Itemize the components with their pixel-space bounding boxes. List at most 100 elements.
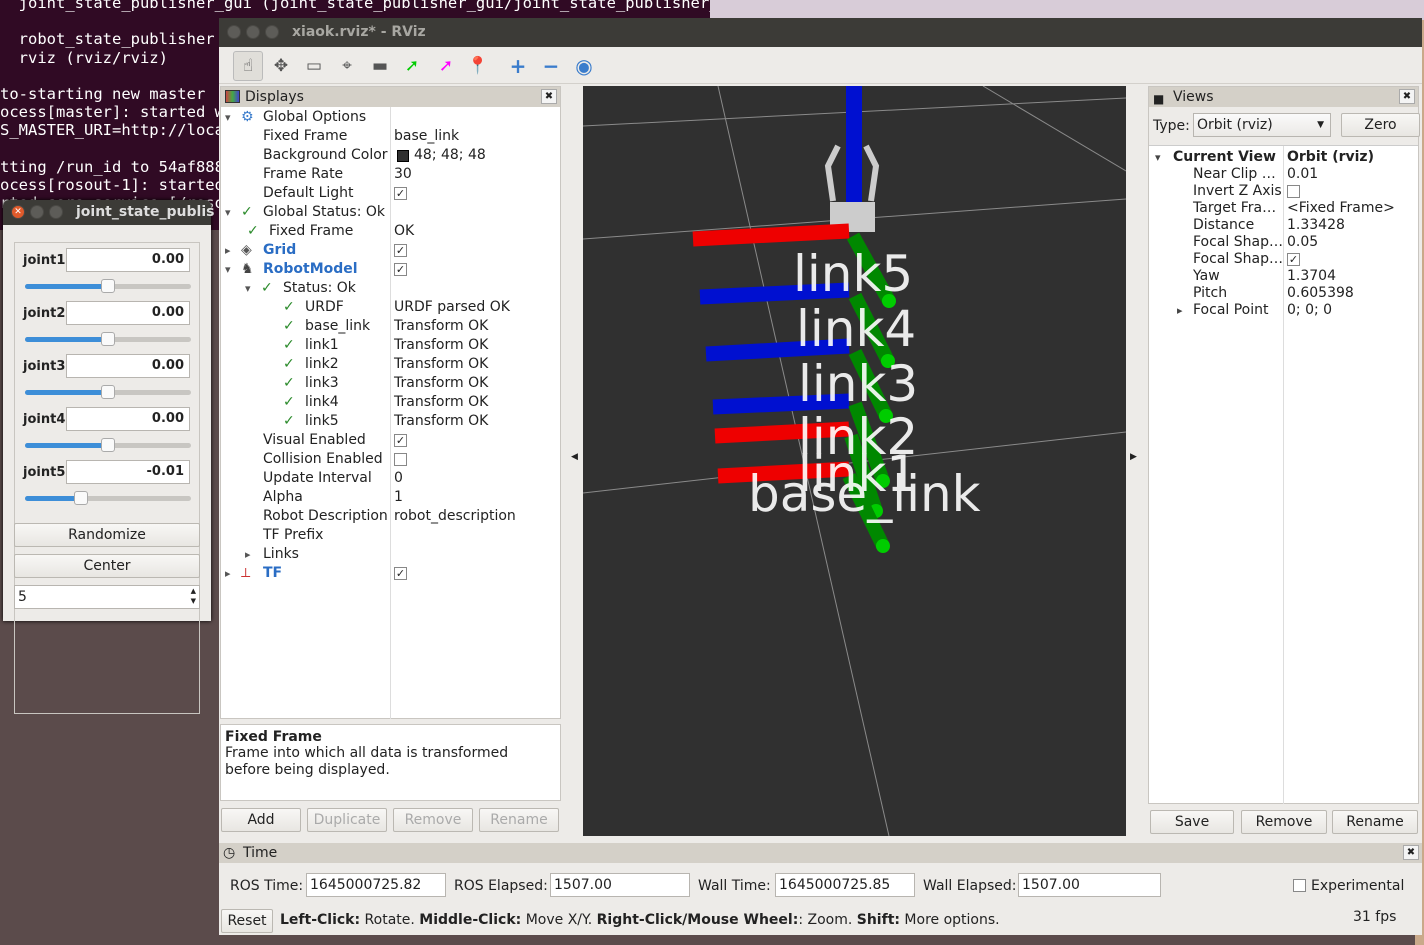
view-type-select[interactable]: Orbit (rviz) ▼	[1193, 113, 1331, 137]
add-tool-tool[interactable]: +	[503, 51, 533, 81]
display-value[interactable]: 30	[394, 165, 412, 184]
slider-handle[interactable]	[101, 438, 115, 452]
view-tool[interactable]: ◉	[569, 51, 599, 81]
close-time-button[interactable]: ✖	[1403, 845, 1419, 860]
interact-tool[interactable]: ☝	[233, 51, 263, 81]
display-row[interactable]: ▸ ◈ Grid ✓	[221, 241, 561, 260]
view-checkbox[interactable]	[1287, 185, 1300, 198]
expand-arrow-icon[interactable]: ▾	[245, 279, 251, 298]
view-property-value[interactable]: 0; 0; 0	[1287, 302, 1332, 319]
close-panel-button[interactable]: ✖	[541, 89, 557, 104]
display-row[interactable]: Fixed Frame base_link	[221, 127, 561, 146]
expand-arrow-icon[interactable]: ▾	[225, 108, 231, 127]
spin-arrows-icon[interactable]: ▲ ▼	[191, 586, 196, 606]
display-row[interactable]: ▾ ⚙ Global Options	[221, 108, 561, 127]
view-property-value[interactable]: 1.3704	[1287, 268, 1336, 285]
joint-slider[interactable]	[25, 279, 191, 293]
joint-value-field[interactable]: 0.00	[66, 354, 190, 378]
display-row[interactable]: ✓ Fixed Frame OK	[221, 222, 561, 241]
num-rows-spinbox[interactable]: 5 ▲ ▼	[14, 585, 200, 609]
display-row[interactable]: Update Interval 0	[221, 469, 561, 488]
center-button[interactable]: Center	[14, 554, 200, 578]
joint-slider[interactable]	[25, 332, 191, 346]
rename-button[interactable]: Rename	[479, 808, 559, 832]
display-row[interactable]: ✓ link5 Transform OK	[221, 412, 561, 431]
view-property-value[interactable]: 0.05	[1287, 234, 1318, 251]
view-property-row[interactable]: Yaw 1.3704	[1149, 268, 1418, 285]
expand-arrow-icon[interactable]: ▾	[1155, 149, 1161, 166]
reset-button[interactable]: Reset	[221, 909, 273, 933]
display-value[interactable]: 1	[394, 488, 403, 507]
display-row[interactable]: ✓ link2 Transform OK	[221, 355, 561, 374]
display-value[interactable]: Transform OK	[394, 393, 488, 412]
display-checkbox[interactable]: ✓	[394, 567, 407, 580]
view-checkbox[interactable]: ✓	[1287, 253, 1300, 266]
view-property-value[interactable]: <Fixed Frame>	[1287, 200, 1395, 217]
display-row[interactable]: ✓ link3 Transform OK	[221, 374, 561, 393]
display-row[interactable]: Background Color 48; 48; 48	[221, 146, 561, 165]
expand-arrow-icon[interactable]: ▾	[225, 203, 231, 222]
slider-handle[interactable]	[101, 332, 115, 346]
display-row[interactable]: ▾ ♞ RobotModel ✓	[221, 260, 561, 279]
collapse-arrow-icon[interactable]: ▸	[245, 545, 251, 564]
display-row[interactable]: Frame Rate 30	[221, 165, 561, 184]
joint-value-field[interactable]: 0.00	[66, 407, 190, 431]
display-value[interactable]: OK	[394, 222, 414, 241]
view-property-value[interactable]: 0.01	[1287, 166, 1318, 183]
measure-tool[interactable]: ▬	[365, 51, 395, 81]
save-view-button[interactable]: Save	[1150, 810, 1234, 834]
view-property-row[interactable]: ▾ Current View Orbit (rviz)	[1149, 149, 1418, 166]
joint-value-field[interactable]: -0.01	[66, 460, 190, 484]
display-row[interactable]: ▾ ✓ Global Status: Ok	[221, 203, 561, 222]
view-property-value[interactable]: 1.33428	[1287, 217, 1345, 234]
view-property-row[interactable]: Pitch 0.605398	[1149, 285, 1418, 302]
view-property-row[interactable]: Focal Shap… ✓	[1149, 251, 1418, 268]
display-row[interactable]: Visual Enabled ✓	[221, 431, 561, 450]
select-tool[interactable]: ▭	[299, 51, 329, 81]
display-checkbox[interactable]: ✓	[394, 187, 407, 200]
expand-arrow-icon[interactable]: ▾	[225, 260, 231, 279]
joint-value-field[interactable]: 0.00	[66, 248, 190, 272]
color-swatch[interactable]	[397, 150, 409, 162]
maximize-window-button[interactable]	[49, 205, 63, 219]
add-button[interactable]: Add	[221, 808, 301, 832]
display-value[interactable]: Transform OK	[394, 355, 488, 374]
display-row[interactable]: ✓ base_link Transform OK	[221, 317, 561, 336]
remove-button[interactable]: Remove	[393, 808, 473, 832]
3d-render-view[interactable]: link5link4link3link2link1base_link	[583, 86, 1126, 836]
view-property-row[interactable]: Invert Z Axis	[1149, 183, 1418, 200]
joint-slider[interactable]	[25, 491, 191, 505]
collapse-arrow-icon[interactable]: ▸	[225, 564, 231, 583]
remove-tool-tool[interactable]: −	[536, 51, 566, 81]
display-row[interactable]: ✓ URDF URDF parsed OK	[221, 298, 561, 317]
experimental-checkbox[interactable]	[1293, 879, 1306, 892]
display-row[interactable]: ▸ ⟂ TF ✓	[221, 564, 561, 583]
display-checkbox[interactable]: ✓	[394, 244, 407, 257]
duplicate-button[interactable]: Duplicate	[307, 808, 387, 832]
joint-slider[interactable]	[25, 438, 191, 452]
display-row[interactable]: ▸ Links	[221, 545, 561, 564]
display-value[interactable]: base_link	[394, 127, 459, 146]
display-row[interactable]: ▾ ✓ Status: Ok	[221, 279, 561, 298]
display-checkbox[interactable]: ✓	[394, 434, 407, 447]
display-row[interactable]: ✓ link4 Transform OK	[221, 393, 561, 412]
display-row[interactable]: Default Light ✓	[221, 184, 561, 203]
slider-handle[interactable]	[101, 385, 115, 399]
display-row[interactable]: ✓ link1 Transform OK	[221, 336, 561, 355]
close-views-button[interactable]: ✖	[1399, 89, 1415, 104]
zero-button[interactable]: Zero	[1341, 113, 1420, 137]
joint-value-field[interactable]: 0.00	[66, 301, 190, 325]
display-row[interactable]: Alpha 1	[221, 488, 561, 507]
display-value[interactable]: Transform OK	[394, 317, 488, 336]
collapse-left-icon[interactable]: ◀	[571, 452, 578, 462]
display-value[interactable]: Transform OK	[394, 336, 488, 355]
minimize-window-button[interactable]	[30, 205, 44, 219]
slider-handle[interactable]	[74, 491, 89, 505]
view-property-row[interactable]: Focal Shap… 0.05	[1149, 234, 1418, 251]
display-checkbox[interactable]: ✓	[394, 263, 407, 276]
2d-nav-goal-tool[interactable]: ➚	[431, 51, 461, 81]
display-value[interactable]: URDF parsed OK	[394, 298, 510, 317]
ros-time-field[interactable]: 1645000725.82	[306, 873, 446, 897]
slider-handle[interactable]	[101, 279, 115, 293]
focus-camera-tool[interactable]: ⌖	[332, 51, 362, 81]
